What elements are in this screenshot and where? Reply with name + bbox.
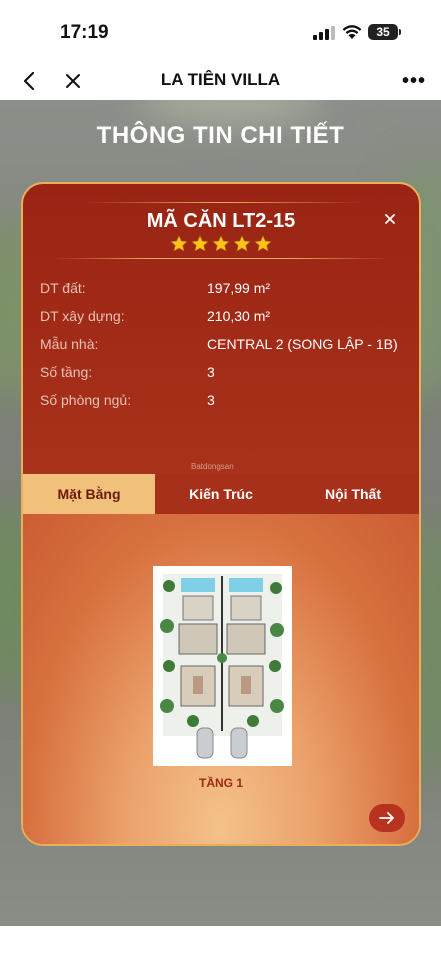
- nav-bar: LA TIÊN VILLA •••: [0, 62, 441, 100]
- detail-label: Mẫu nhà:: [40, 336, 99, 352]
- page-heading: THÔNG TIN CHI TIẾT: [96, 122, 345, 149]
- decorative-line: [83, 202, 363, 203]
- signal-icon: [313, 26, 335, 40]
- star-icon: [254, 235, 272, 252]
- next-floor-button[interactable]: [369, 804, 405, 832]
- detail-value: CENTRAL 2 (SONG LẬP - 1B): [207, 336, 398, 352]
- unit-code-title: MÃ CĂN LT2-15: [146, 210, 296, 232]
- floor-plan-image[interactable]: [153, 566, 292, 766]
- detail-label: DT đất:: [40, 280, 86, 296]
- star-icon: [233, 235, 251, 252]
- detail-value: 3: [207, 392, 215, 408]
- floor-plan-panel: TẦNG 1: [23, 514, 419, 844]
- more-button[interactable]: •••: [399, 62, 429, 100]
- unit-detail-card: MÃ CĂN LT2-15 DT đất: 197,99 m² DT xây d…: [21, 182, 421, 846]
- tab-floor-plan[interactable]: Mặt Bằng: [23, 474, 155, 514]
- star-icon: [170, 235, 188, 252]
- detail-label: DT xây dựng:: [40, 308, 125, 324]
- detail-label: Số phòng ngủ:: [40, 392, 132, 408]
- tab-architecture[interactable]: Kiến Trúc: [155, 474, 287, 514]
- more-horizontal-icon: •••: [401, 69, 426, 92]
- rating-stars: [170, 235, 272, 253]
- web-content: THÔNG TIN CHI TIẾT MÃ CĂN LT2-15 DT đất:…: [0, 100, 441, 926]
- detail-value: 210,30 m²: [207, 308, 271, 324]
- detail-value: 3: [207, 364, 215, 380]
- status-time: 17:19: [60, 22, 109, 43]
- battery-cap: [399, 29, 401, 35]
- star-icon: [191, 235, 209, 252]
- tab-bar: Mặt Bằng Kiến Trúc Nội Thất: [23, 474, 419, 514]
- floor-label: TẦNG 1: [198, 776, 243, 790]
- tab-interior[interactable]: Nội Thất: [287, 474, 419, 514]
- arrow-right-icon: [379, 812, 394, 824]
- detail-label: Số tầng:: [40, 364, 93, 380]
- star-icon: [212, 235, 230, 252]
- wifi-icon: [342, 25, 362, 39]
- background-foliage: [140, 100, 320, 120]
- status-bar: 17:19 35: [0, 0, 441, 62]
- detail-value: 197,99 m²: [207, 280, 271, 296]
- watermark: Batdongsan: [191, 462, 234, 471]
- close-icon[interactable]: [381, 210, 399, 228]
- browser-bottom-area: [0, 926, 441, 960]
- battery-icon: 35: [368, 24, 398, 40]
- decorative-line: [53, 258, 389, 259]
- nav-title: LA TIÊN VILLA: [160, 70, 281, 89]
